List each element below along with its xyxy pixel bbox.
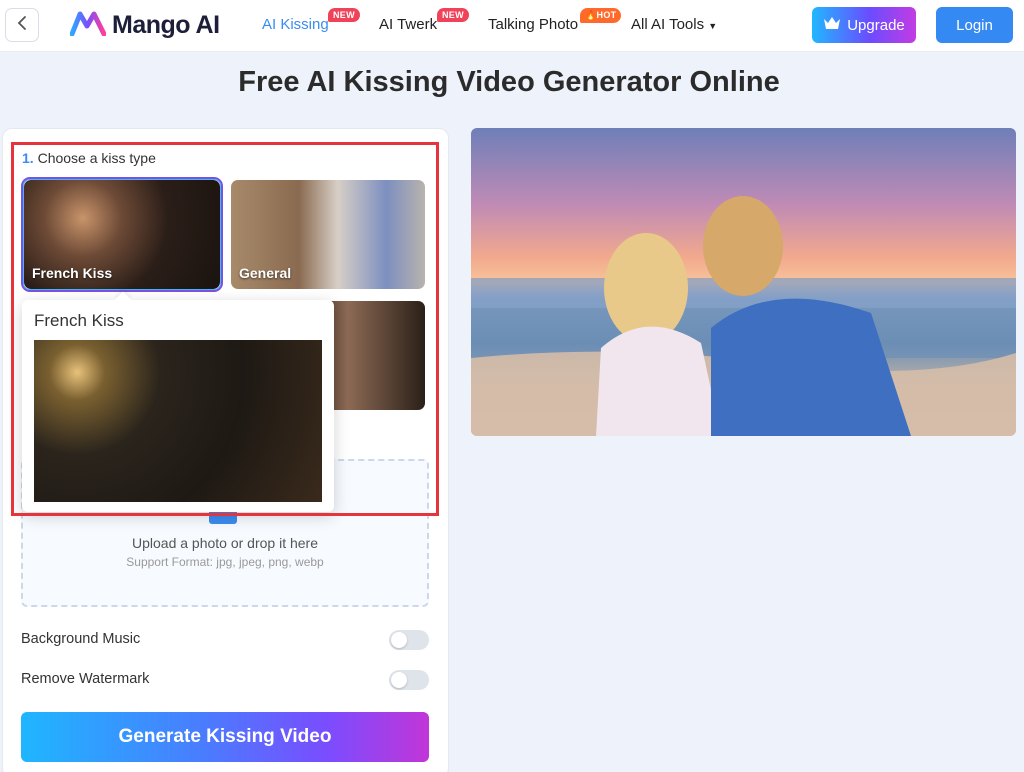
generate-button[interactable]: Generate Kissing Video <box>21 712 429 762</box>
upload-text: Upload a photo or drop it here <box>131 535 318 551</box>
new-badge: NEW <box>328 8 360 22</box>
page-title: Free AI Kissing Video Generator Online <box>238 66 780 98</box>
caret-down-icon: ▼ <box>708 21 718 31</box>
new-badge: NEW <box>437 8 469 22</box>
hot-badge: 🔥HOT <box>580 8 622 23</box>
toggle-knob <box>391 632 407 648</box>
login-button[interactable]: Login <box>936 7 1013 43</box>
nav-all-ai-tools[interactable]: All AI Tools ▼ <box>631 16 717 33</box>
fire-icon: 🔥 <box>585 10 597 20</box>
remove-watermark-label: Remove Watermark <box>21 671 150 687</box>
background-music-label: Background Music <box>21 631 141 647</box>
toggle-knob <box>391 672 407 688</box>
background-music-toggle[interactable] <box>389 630 429 650</box>
nav-ai-twerk[interactable]: AI Twerk <box>379 16 437 33</box>
mango-logo-icon <box>69 10 107 41</box>
nav-ai-kissing[interactable]: AI Kissing <box>262 16 329 33</box>
beach-couple-illustration <box>471 196 1016 436</box>
nav-talking-photo[interactable]: Talking Photo <box>488 16 578 33</box>
header-bar: Mango AI AI Kissing NEW AI Twerk NEW Tal… <box>0 0 1024 52</box>
highlight-box <box>11 142 439 516</box>
logo-text: Mango AI <box>112 11 220 39</box>
logo[interactable]: Mango AI <box>69 10 220 41</box>
chevron-left-icon <box>16 15 28 36</box>
upgrade-button[interactable]: Upgrade <box>812 7 916 43</box>
back-button[interactable] <box>5 8 39 42</box>
example-preview-image <box>471 128 1016 436</box>
upload-formats: Support Format: jpg, jpeg, png, webp <box>126 555 324 569</box>
crown-icon <box>823 16 841 34</box>
remove-watermark-toggle[interactable] <box>389 670 429 690</box>
